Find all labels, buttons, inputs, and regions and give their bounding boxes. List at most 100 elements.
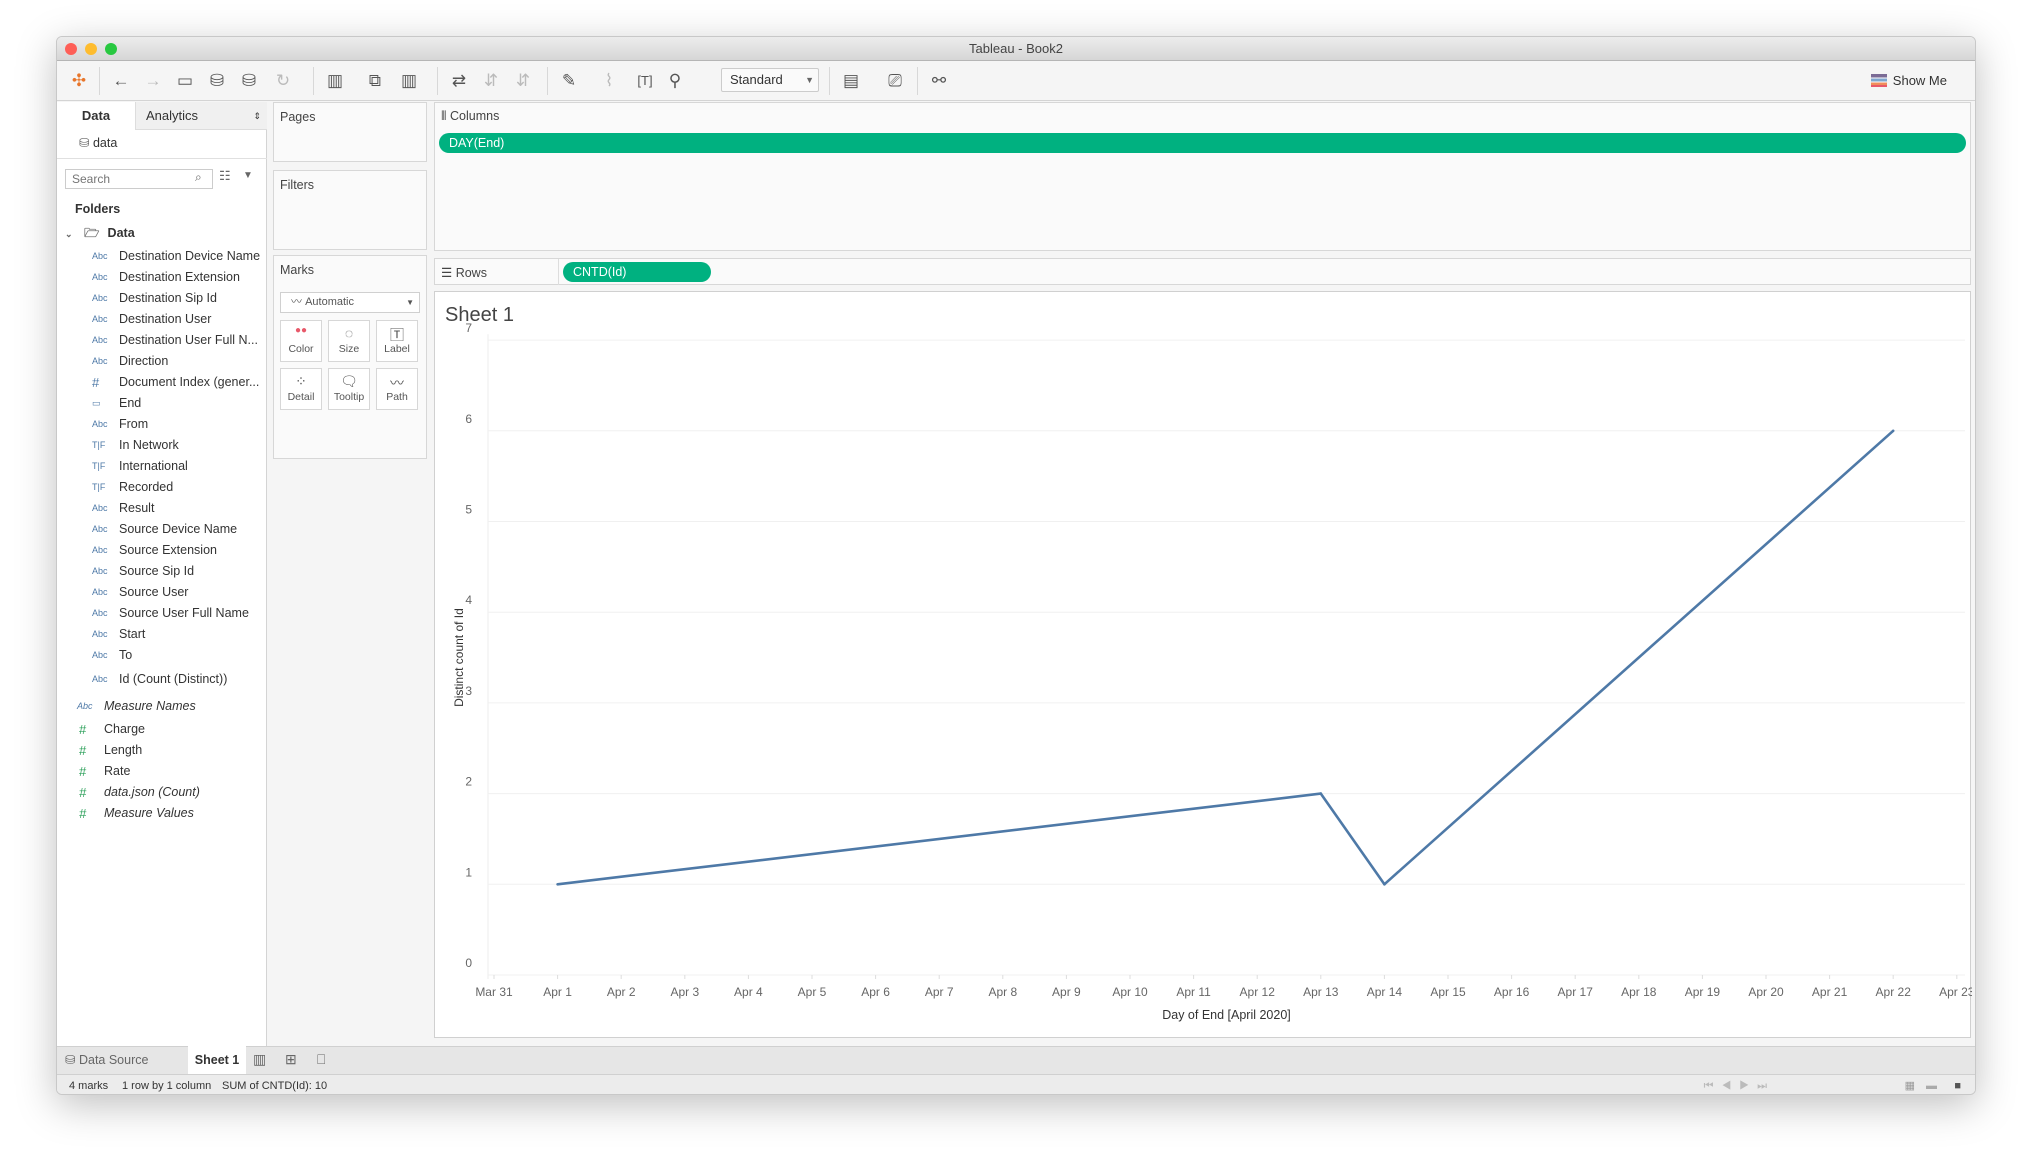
- field-name: Measure Names: [104, 699, 196, 713]
- share-icon[interactable]: ⚯: [927, 69, 951, 93]
- measure-item[interactable]: # Length: [57, 740, 267, 761]
- grid-view-icon[interactable]: ▦: [1905, 1075, 1915, 1094]
- pages-card[interactable]: Pages: [273, 102, 427, 162]
- maximize-window-button[interactable]: [105, 43, 117, 55]
- field-item[interactable]: Abc Destination User: [57, 309, 267, 330]
- updown-icon: ⇕: [253, 111, 261, 121]
- sort-ascending-icon[interactable]: ⇵: [479, 69, 503, 93]
- dropdown-icon[interactable]: ▼: [243, 170, 253, 181]
- field-item[interactable]: T|F International: [57, 456, 267, 477]
- field-item[interactable]: Abc Source Device Name: [57, 519, 267, 540]
- field-item[interactable]: Abc Destination Extension: [57, 267, 267, 288]
- field-name: Destination User: [119, 312, 212, 326]
- field-item[interactable]: Abc Start: [57, 624, 267, 645]
- rows-shelf[interactable]: ☰ Rows CNTD(Id): [434, 258, 1971, 285]
- field-item[interactable]: ▭ End: [57, 393, 267, 414]
- field-name: Length: [104, 743, 143, 757]
- field-item[interactable]: Abc Destination Sip Id: [57, 288, 267, 309]
- new-datasource-icon[interactable]: ⛁: [205, 69, 229, 93]
- mark-path-button[interactable]: 〰 Path: [376, 368, 418, 410]
- fit-select[interactable]: Standard ▼: [721, 68, 819, 92]
- field-item[interactable]: Abc Destination User Full N...: [57, 330, 267, 351]
- mark-size-button[interactable]: ◌ Size: [328, 320, 370, 362]
- show-cards-icon[interactable]: ▤: [839, 69, 863, 93]
- redo-icon[interactable]: →: [141, 69, 165, 93]
- tab-analytics[interactable]: Analytics ⇕: [135, 102, 267, 130]
- sort-descending-icon[interactable]: ⇵: [511, 69, 535, 93]
- tab-data-source[interactable]: ⛁ Data Source: [65, 1047, 148, 1074]
- presentation-mode-icon[interactable]: ⎚: [883, 69, 907, 93]
- data-point: [556, 883, 559, 886]
- close-window-button[interactable]: [65, 43, 77, 55]
- filters-card[interactable]: Filters: [273, 170, 427, 250]
- new-dashboard-icon[interactable]: ⊞: [285, 1051, 297, 1068]
- new-worksheet-icon[interactable]: ▥: [253, 1051, 266, 1068]
- swap-rows-columns-icon[interactable]: ⇄: [447, 69, 471, 93]
- marks-card: Marks 〰 Automatic ▼ ●● Color ◌ Size 🅃 Label ⁘ De…: [273, 255, 427, 459]
- measure-names-item[interactable]: Abc Measure Names: [57, 696, 267, 717]
- field-item[interactable]: Abc Source User: [57, 582, 267, 603]
- field-item[interactable]: # Document Index (gener...: [57, 372, 267, 393]
- field-item[interactable]: Abc Id (Count (Distinct)): [57, 669, 267, 690]
- sheet-navigation-icons[interactable]: ⏮◀▶⏭: [1704, 1075, 1775, 1094]
- duplicate-sheet-icon[interactable]: ⧉: [363, 69, 387, 93]
- line-chart[interactable]: 0 1 2 3 4 5 6 7 Mar 31 Apr 1 Apr 2 Apr 3 Apr 4 Apr 5 A…: [435, 292, 1972, 1039]
- folder-data[interactable]: ⌄ 🗁 Data: [65, 224, 135, 245]
- mark-type-select[interactable]: 〰 Automatic ▼: [280, 292, 420, 313]
- filmstrip-view-icon[interactable]: ▬: [1926, 1075, 1937, 1094]
- y-axis-title: Distinct count of Id: [452, 608, 466, 707]
- mark-label-button[interactable]: 🅃 Label: [376, 320, 418, 362]
- mark-tooltip-button[interactable]: 🗨 Tooltip: [328, 368, 370, 410]
- field-item[interactable]: Abc Direction: [57, 351, 267, 372]
- tableau-logo-icon[interactable]: ✣: [67, 69, 91, 93]
- field-item[interactable]: Abc To: [57, 645, 267, 666]
- refresh-icon[interactable]: ↻: [271, 69, 295, 93]
- series-line: [557, 429, 1895, 886]
- highlight-icon[interactable]: ✎: [557, 69, 581, 93]
- tab-data[interactable]: Data: [57, 102, 135, 130]
- columns-shelf[interactable]: ⦀ Columns DAY(End): [434, 102, 1971, 251]
- clear-sheet-icon[interactable]: ▥: [397, 69, 421, 93]
- save-icon[interactable]: ▭: [173, 69, 197, 93]
- new-worksheet-icon[interactable]: ▥: [323, 69, 347, 93]
- field-item[interactable]: Abc Destination Device Name: [57, 246, 267, 267]
- tab-data-source-label: Data Source: [78, 1053, 149, 1067]
- field-item[interactable]: Abc Source Sip Id: [57, 561, 267, 582]
- number-icon: #: [79, 722, 87, 737]
- number-icon: #: [79, 764, 87, 779]
- tab-view-icon[interactable]: ■: [1954, 1075, 1961, 1094]
- mark-button-label: Label: [384, 343, 410, 355]
- measure-item[interactable]: # Charge: [57, 719, 267, 740]
- measure-item[interactable]: # Measure Values: [57, 803, 267, 824]
- measure-item[interactable]: # Rate: [57, 761, 267, 782]
- group-members-icon[interactable]: ⌇: [597, 69, 621, 93]
- field-type-icon: Abc: [92, 251, 108, 261]
- field-item[interactable]: Abc Source User Full Name: [57, 603, 267, 624]
- datasource-item[interactable]: ⛁ data: [79, 135, 117, 150]
- undo-icon[interactable]: ←: [109, 69, 133, 93]
- measure-item[interactable]: # data.json (Count): [57, 782, 267, 803]
- minimize-window-button[interactable]: [85, 43, 97, 55]
- mark-button-label: Path: [386, 391, 408, 403]
- field-item[interactable]: Abc Result: [57, 498, 267, 519]
- cntd-id-pill[interactable]: CNTD(Id): [563, 262, 711, 282]
- path-icon: 〰: [390, 375, 404, 391]
- field-name: Source Extension: [119, 543, 217, 557]
- pause-updates-icon[interactable]: ⛁: [237, 69, 261, 93]
- new-story-icon[interactable]: ⎕: [317, 1051, 325, 1068]
- field-item[interactable]: T|F Recorded: [57, 477, 267, 498]
- search-input[interactable]: [65, 169, 213, 189]
- field-item[interactable]: Abc Source Extension: [57, 540, 267, 561]
- fix-axes-icon[interactable]: ⚲: [663, 69, 687, 93]
- field-item[interactable]: Abc From: [57, 414, 267, 435]
- number-icon: #: [79, 806, 87, 821]
- tab-sheet-1[interactable]: Sheet 1: [188, 1046, 246, 1074]
- field-item[interactable]: T|F In Network: [57, 435, 267, 456]
- list-view-icon[interactable]: ☷: [219, 168, 231, 184]
- day-end-pill[interactable]: DAY(End): [439, 133, 1966, 153]
- show-me-button[interactable]: Show Me: [1870, 73, 1947, 88]
- show-mark-labels-icon[interactable]: [T]: [633, 69, 657, 93]
- mark-color-button[interactable]: ●● Color: [280, 320, 322, 362]
- divider: [437, 67, 438, 95]
- mark-detail-button[interactable]: ⁘ Detail: [280, 368, 322, 410]
